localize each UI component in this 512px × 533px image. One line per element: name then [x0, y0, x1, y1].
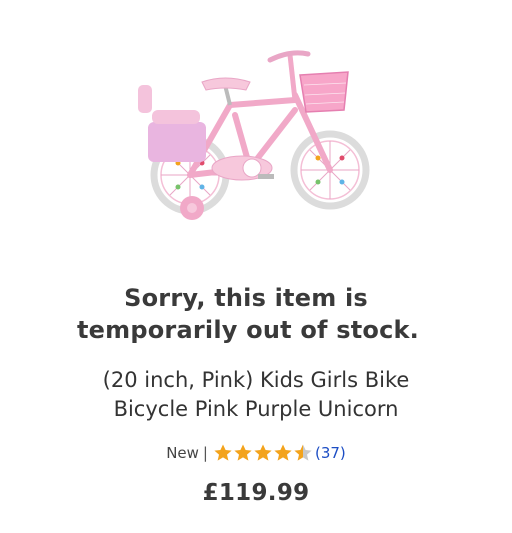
out-of-stock-line2: temporarily out of stock. [77, 316, 419, 344]
product-title[interactable]: (20 inch, Pink) Kids Girls Bike Bicycle … [0, 366, 512, 424]
product-image[interactable] [130, 40, 380, 230]
separator: | [202, 444, 208, 462]
rating-row: New | (37) [0, 440, 512, 466]
out-of-stock-message: Sorry, this item is temporarily out of s… [0, 282, 512, 346]
star-icon [294, 444, 312, 461]
product-title-line1: (20 inch, Pink) Kids Girls Bike [102, 368, 410, 392]
star-icon [274, 444, 292, 461]
kids-bike-illustration [138, 50, 370, 220]
star-icon [214, 444, 232, 461]
product-price: £119.99 [202, 480, 310, 506]
product-page: Sorry, this item is temporarily out of s… [0, 0, 512, 533]
star-rating[interactable] [213, 443, 313, 463]
out-of-stock-line1: Sorry, this item is [124, 284, 368, 312]
condition-label: New [166, 444, 199, 462]
star-icon [234, 444, 252, 461]
product-title-line2: Bicycle Pink Purple Unicorn [113, 397, 399, 421]
review-count-link[interactable]: (37) [315, 444, 346, 462]
star-icon [254, 444, 272, 461]
